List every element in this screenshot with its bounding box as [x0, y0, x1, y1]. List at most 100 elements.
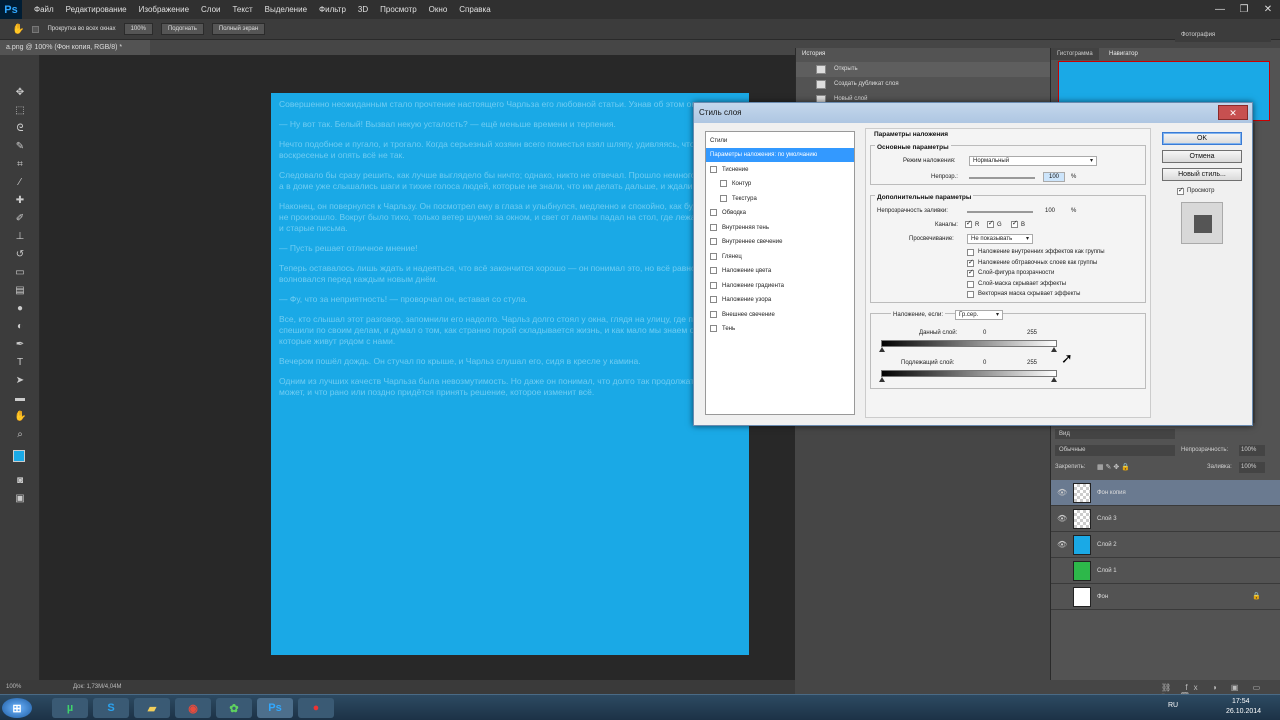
underlying-black-handle[interactable] — [879, 377, 885, 382]
underlying-gradient[interactable] — [881, 370, 1057, 377]
menu-item[interactable]: Фильтр — [313, 0, 352, 19]
recorder-icon[interactable]: ● — [298, 698, 334, 718]
maximize-icon[interactable]: ❐ — [1232, 0, 1256, 19]
utorrent-icon[interactable]: µ — [52, 698, 88, 718]
layer-row[interactable]: 👁 Фон копия — [1051, 480, 1280, 506]
channel-g-checkbox[interactable] — [987, 219, 994, 228]
blend-if-select[interactable]: Гр.сер. — [955, 310, 1003, 320]
start-button-icon[interactable]: ⊞ — [2, 698, 32, 718]
advanced-option[interactable]: Наложение обтравочных слоев как группы — [967, 258, 1147, 270]
style-checkbox[interactable] — [720, 180, 727, 187]
menu-item[interactable]: Справка — [453, 0, 496, 19]
advanced-option-checkbox[interactable] — [967, 291, 974, 298]
style-item[interactable]: Внутреннее свечение — [706, 235, 854, 249]
style-item[interactable]: Внутренняя тень — [706, 221, 854, 235]
style-item[interactable]: Глянец — [706, 250, 854, 264]
layer-kind-filter[interactable]: Вид — [1055, 429, 1175, 439]
scroll-all-checkbox[interactable] — [32, 25, 40, 33]
icq-icon[interactable]: ✿ — [216, 698, 252, 718]
preview-checkbox[interactable] — [1177, 186, 1184, 195]
clock-time[interactable]: 17:54 — [1232, 698, 1250, 705]
style-item[interactable]: Наложение узора — [706, 293, 854, 307]
style-item[interactable]: Параметры наложения: по умолчанию — [706, 148, 854, 162]
eye-icon[interactable]: 👁 — [1057, 514, 1067, 523]
new-style-button[interactable]: Новый стиль... — [1162, 168, 1242, 181]
type-tool-icon[interactable]: T — [14, 357, 26, 369]
fill-opacity-value[interactable]: 100 — [1045, 208, 1055, 214]
advanced-option-checkbox[interactable] — [967, 258, 974, 267]
eye-icon[interactable]: 👁 — [1057, 540, 1067, 549]
style-item[interactable]: Текстура — [706, 192, 854, 206]
style-item[interactable]: Наложение цвета — [706, 264, 854, 278]
style-checkbox[interactable] — [710, 209, 717, 216]
layer-row[interactable]: 👁 Слой 2 — [1051, 532, 1280, 558]
eyedropper-tool-icon[interactable]: ⁄ — [14, 177, 26, 189]
eye-icon[interactable]: 👁 — [1057, 488, 1067, 497]
gradient-tool-icon[interactable]: ▤ — [14, 285, 26, 297]
underlying-white-handle[interactable] — [1051, 377, 1057, 382]
folder-icon[interactable]: ▰ — [134, 698, 170, 718]
advanced-option[interactable]: Слой-маска скрывает эффекты — [967, 280, 1147, 291]
hand-tool-icon[interactable]: ✋ — [14, 411, 26, 423]
style-item[interactable]: Тиснение — [706, 163, 854, 177]
layer-opacity-input[interactable]: 100% — [1239, 445, 1265, 456]
menu-item[interactable]: Файл — [28, 0, 60, 19]
this-layer-gradient[interactable] — [881, 340, 1057, 347]
quick-mask-icon[interactable]: ◙ — [14, 475, 26, 487]
advanced-option-checkbox[interactable] — [967, 249, 974, 256]
workspace-select[interactable]: Фотография — [1175, 28, 1271, 42]
menu-item[interactable]: Текст — [226, 0, 258, 19]
clock-date[interactable]: 26.10.2014 — [1226, 708, 1261, 715]
hand-tool-icon[interactable]: ✋ — [12, 24, 24, 35]
menu-item[interactable]: Редактирование — [60, 0, 133, 19]
advanced-option[interactable]: Векторная маска скрывает эффекты — [967, 290, 1147, 301]
shape-tool-icon[interactable]: ▬ — [14, 393, 26, 405]
styles-header[interactable]: Стили — [706, 134, 854, 148]
cancel-button[interactable]: Отмена — [1162, 150, 1242, 163]
menu-item[interactable]: Изображение — [133, 0, 195, 19]
style-checkbox[interactable] — [710, 296, 717, 303]
menu-item[interactable]: 3D — [352, 0, 374, 19]
channel-r-checkbox[interactable] — [965, 219, 972, 228]
move-tool-icon[interactable]: ✥ — [14, 87, 26, 99]
style-item[interactable]: Наложение градиента — [706, 279, 854, 293]
style-item[interactable]: Тень — [706, 322, 854, 336]
blur-tool-icon[interactable]: ● — [14, 303, 26, 315]
stamp-tool-icon[interactable]: ⊥ — [14, 231, 26, 243]
layer-blend-mode-select[interactable]: Обычные — [1055, 445, 1175, 456]
eraser-tool-icon[interactable]: ▭ — [14, 267, 26, 279]
style-item[interactable]: Контур — [706, 177, 854, 191]
skype-icon[interactable]: S — [93, 698, 129, 718]
menu-item[interactable]: Окно — [423, 0, 454, 19]
style-item[interactable]: Обводка — [706, 206, 854, 220]
full-screen-button[interactable]: Полный экран — [211, 23, 266, 35]
layer-fill-input[interactable]: 100% — [1239, 462, 1265, 473]
screen-mode-icon[interactable]: ▣ — [14, 493, 26, 505]
channel-b-checkbox[interactable] — [1011, 219, 1018, 228]
fill-opacity-slider[interactable] — [967, 211, 1033, 213]
close-icon[interactable]: ✕ — [1256, 0, 1280, 19]
tab-navigator[interactable]: Навигатор — [1103, 48, 1144, 60]
blend-mode-select[interactable]: Нормальный — [969, 156, 1097, 166]
style-checkbox[interactable] — [720, 194, 727, 202]
language-indicator[interactable]: RU — [1168, 702, 1178, 709]
opacity-input[interactable]: 100 — [1043, 172, 1065, 182]
brush-tool-icon[interactable]: ✐ — [14, 213, 26, 225]
menu-item[interactable]: Просмотр — [374, 0, 423, 19]
crop-tool-icon[interactable]: ⌗ — [14, 159, 26, 171]
layer-row[interactable]: Фон 🔒 — [1051, 584, 1280, 610]
tab-histogram[interactable]: Гистограмма — [1051, 48, 1099, 60]
history-brush-icon[interactable]: ↺ — [14, 249, 26, 261]
menu-item[interactable]: Слои — [195, 0, 226, 19]
menu-item[interactable]: Выделение — [259, 0, 313, 19]
ok-button[interactable]: OK — [1162, 132, 1242, 145]
chrome-icon[interactable]: ◉ — [175, 698, 211, 718]
advanced-option-checkbox[interactable] — [967, 280, 974, 288]
style-checkbox[interactable] — [710, 252, 717, 260]
healing-tool-icon[interactable]: ✚ — [14, 195, 26, 207]
zoom-tool-icon[interactable]: ⌕ — [14, 429, 26, 441]
document-canvas[interactable]: Совершенно неожиданным стало прочтение н… — [271, 93, 749, 655]
history-item[interactable]: Открыть — [796, 62, 1051, 77]
zoom-readout[interactable]: 100% — [6, 684, 21, 690]
dialog-close-button[interactable]: ✕ — [1218, 105, 1248, 120]
